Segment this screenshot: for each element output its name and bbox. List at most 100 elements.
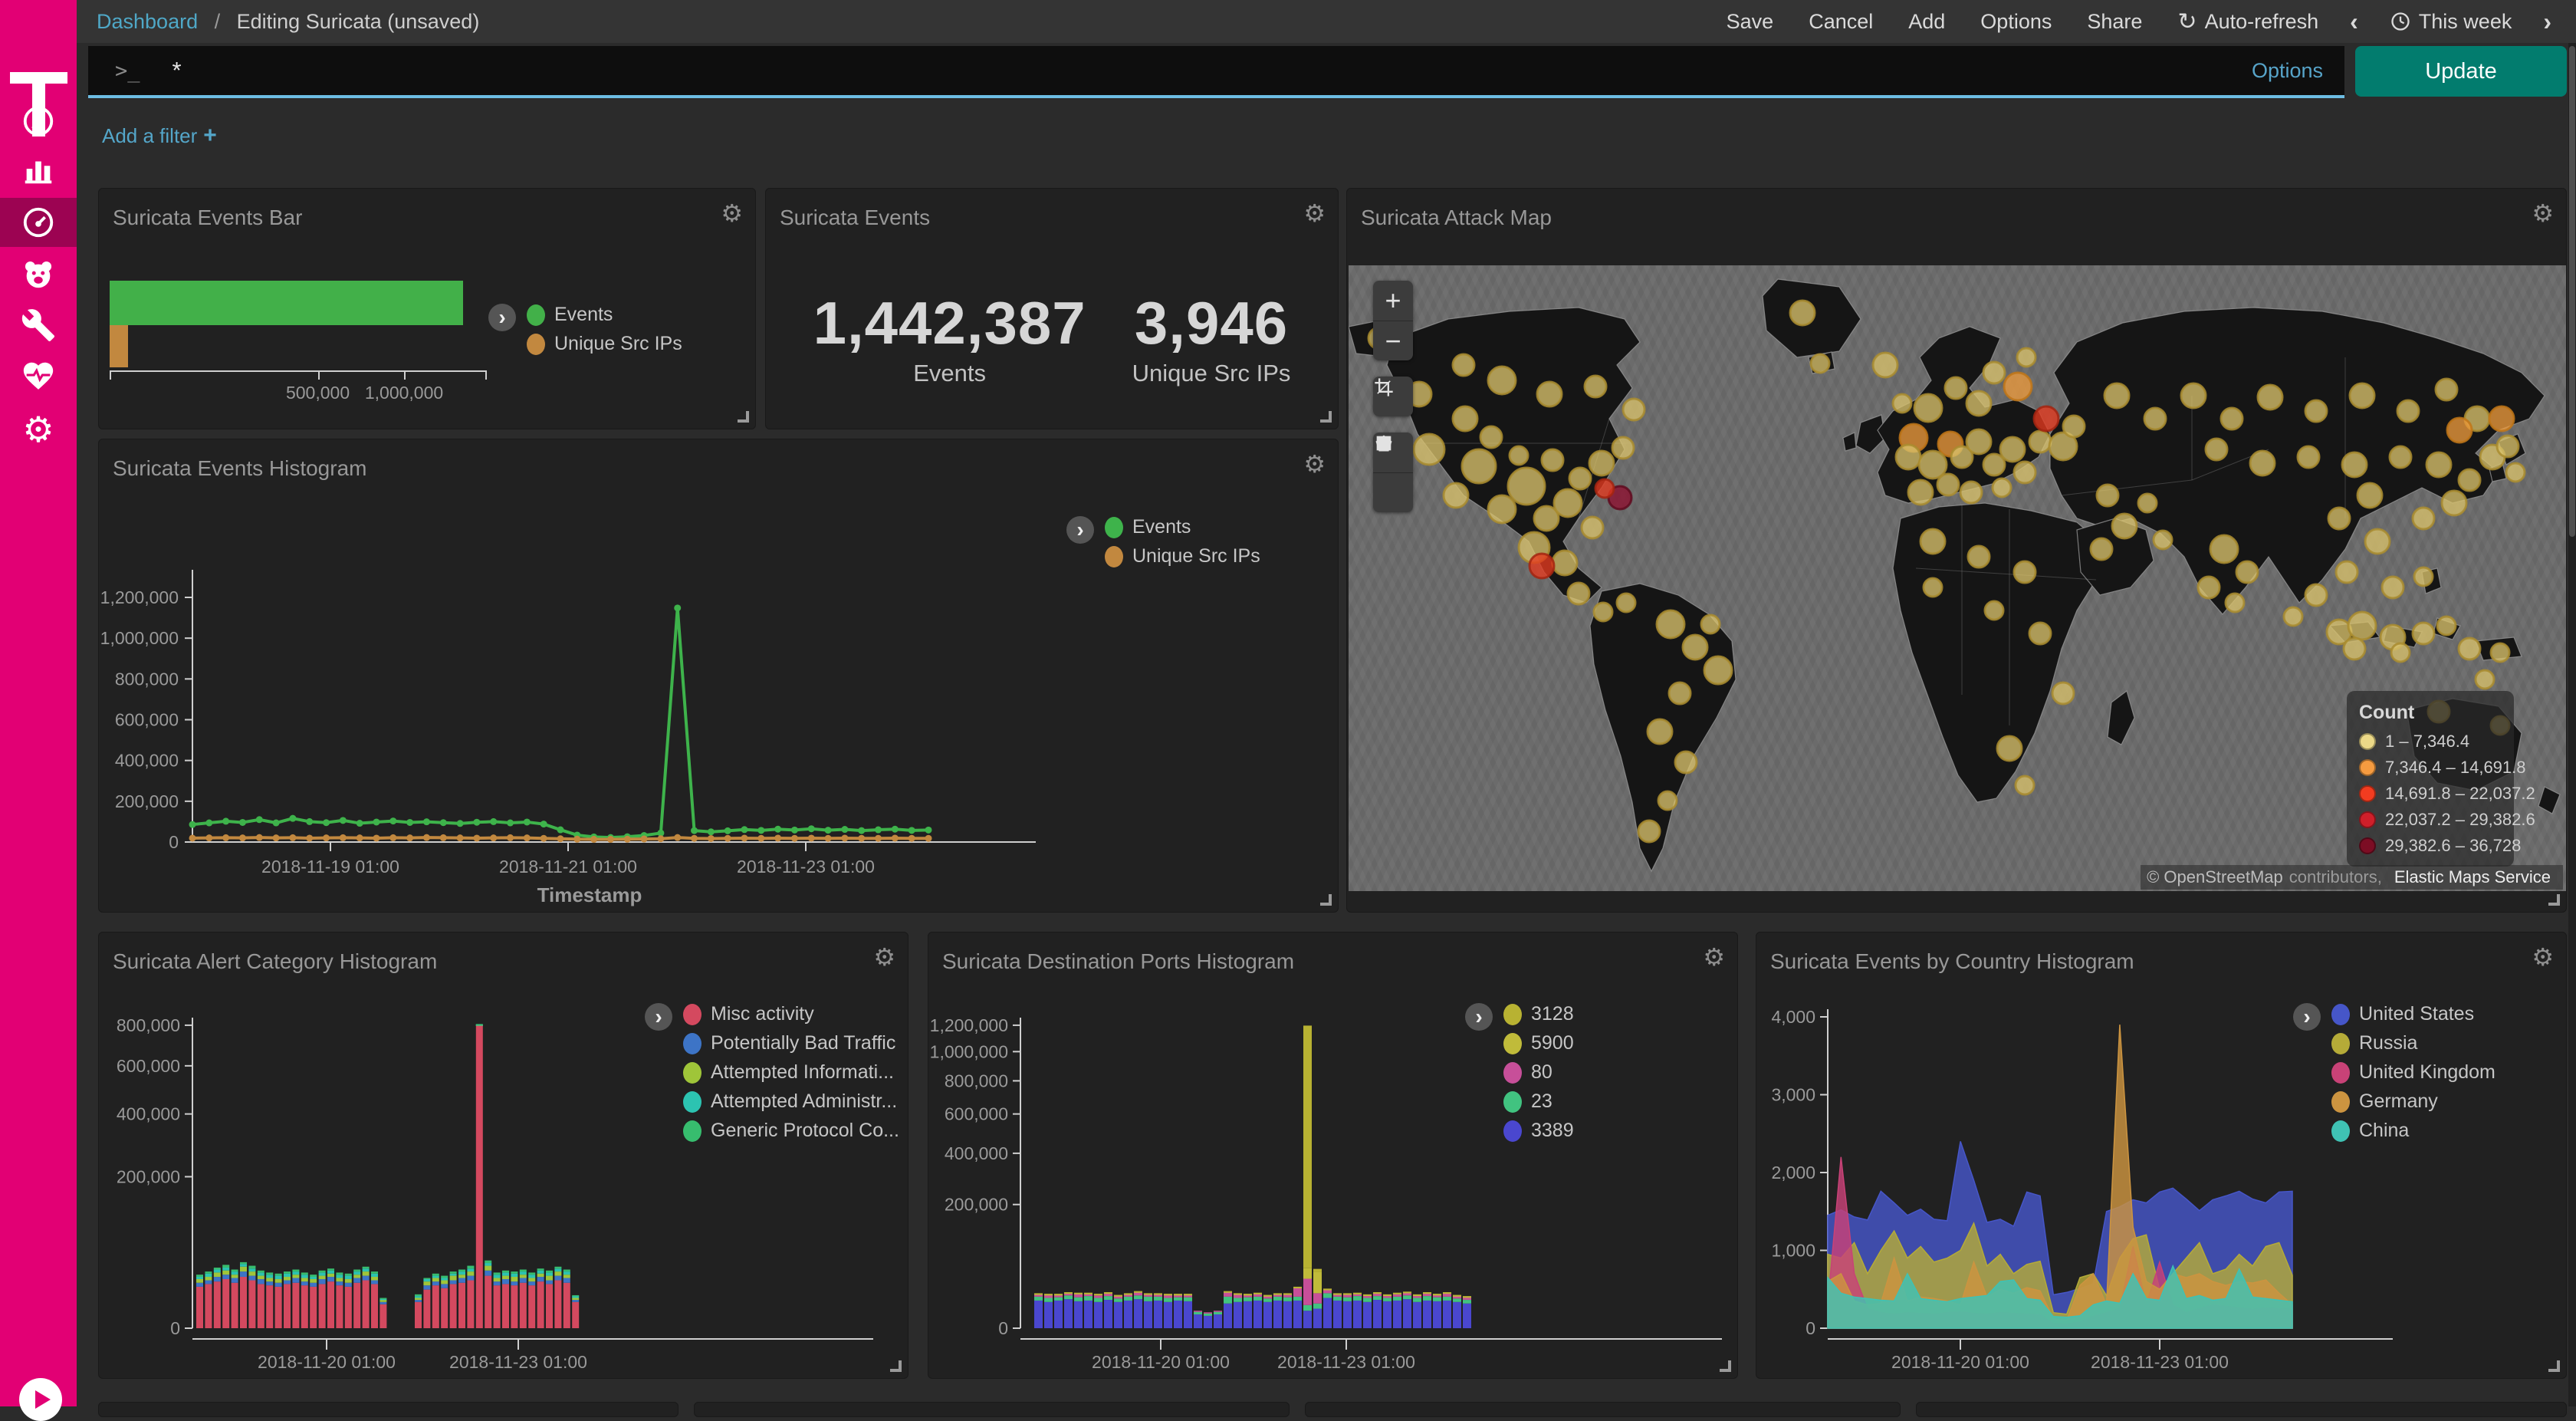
- save-button[interactable]: Save: [1709, 10, 1792, 34]
- scrollbar-thumb[interactable]: [2569, 46, 2575, 537]
- legend-item[interactable]: Attempted Informati...: [683, 1061, 899, 1084]
- toolbar: Save Cancel Add Options Share ↻ Auto-ref…: [1709, 8, 2576, 36]
- sidebar-item-visualize[interactable]: [0, 146, 77, 195]
- stacked-bar-segment: [520, 1278, 527, 1282]
- sidebar-item-monitoring[interactable]: [0, 351, 77, 400]
- legend-item[interactable]: Attempted Administr...: [683, 1090, 899, 1113]
- stacked-bar-segment: [458, 1275, 465, 1278]
- legend-item[interactable]: 23: [1503, 1090, 1574, 1113]
- panel-resize-handle[interactable]: [2548, 1360, 2560, 1372]
- panel-next-row-1: [98, 1402, 678, 1417]
- collapse-nav-button[interactable]: [19, 1378, 62, 1421]
- stacked-bar-segment: [258, 1272, 264, 1275]
- stacked-bar-segment: [284, 1277, 291, 1281]
- auto-refresh-button[interactable]: ↻ Auto-refresh: [2160, 8, 2336, 35]
- stacked-bar-segment: [1204, 1316, 1212, 1328]
- legend-item[interactable]: Russia: [2331, 1032, 2496, 1054]
- world-map[interactable]: + − Count 1 – 7,346.47,: [1349, 265, 2566, 891]
- legend-item[interactable]: Misc activity: [683, 1003, 899, 1025]
- legend-item[interactable]: United Kingdom: [2331, 1061, 2496, 1084]
- legend-expand-icon[interactable]: ›: [645, 1003, 672, 1031]
- stacked-bar-segment: [502, 1272, 509, 1275]
- stacked-bar-segment: [292, 1269, 299, 1271]
- legend-item[interactable]: Generic Protocol Co...: [683, 1120, 899, 1142]
- stacked-bar-segment: [554, 1276, 561, 1281]
- stacked-bar-segment: [1214, 1311, 1222, 1312]
- panel-resize-handle[interactable]: [890, 1360, 902, 1372]
- update-button[interactable]: Update: [2355, 46, 2567, 97]
- osm-attribution-link[interactable]: © OpenStreetMap: [2147, 867, 2283, 887]
- stacked-bar-segment: [319, 1279, 326, 1284]
- legend-expand-icon[interactable]: ›: [2293, 1003, 2321, 1031]
- search-query-input[interactable]: >_ * Options: [88, 46, 2344, 98]
- sidebar-item-discover[interactable]: [0, 97, 77, 146]
- ems-attribution-link[interactable]: Elastic Maps Service: [2388, 867, 2557, 888]
- legend-expand-icon[interactable]: ›: [1066, 516, 1094, 544]
- cancel-button[interactable]: Cancel: [1791, 10, 1891, 34]
- panel-next-row-2: [694, 1402, 1290, 1417]
- metric-values: 1,442,387 Events 3,946 Unique Src IPs: [766, 288, 1338, 387]
- stacked-bar-segment: [485, 1261, 491, 1263]
- fit-bounds-crop-icon[interactable]: [1373, 377, 1413, 416]
- stacked-bar-segment: [345, 1283, 352, 1287]
- sidebar-item-hunting[interactable]: [0, 250, 77, 299]
- legend-item[interactable]: 3128: [1503, 1003, 1574, 1025]
- stacked-bar-segment: [275, 1274, 282, 1276]
- time-forward-button[interactable]: ›: [2529, 8, 2565, 36]
- legend-expand-icon[interactable]: ›: [1465, 1003, 1493, 1031]
- sidebar-item-dashboard[interactable]: [0, 198, 77, 247]
- stacked-bar-segment: [1114, 1302, 1122, 1328]
- legend-item[interactable]: 3389: [1503, 1120, 1574, 1142]
- legend-item[interactable]: Germany: [2331, 1090, 2496, 1113]
- attack-dot: [2017, 348, 2036, 367]
- query-options-link[interactable]: Options: [2252, 59, 2323, 83]
- panel-resize-handle[interactable]: [1720, 1360, 1731, 1372]
- stacked-bar-segment: [441, 1284, 448, 1288]
- legend-item[interactable]: Unique Src IPs: [1105, 545, 1260, 567]
- time-back-button[interactable]: ‹: [2336, 8, 2372, 36]
- x-axis-tick: [318, 370, 320, 380]
- breadcrumb-dashboard-link[interactable]: Dashboard: [97, 10, 198, 33]
- stacked-bar-segment: [423, 1281, 430, 1285]
- time-picker-button[interactable]: This week: [2372, 10, 2530, 34]
- stacked-bar-segment: [441, 1276, 448, 1278]
- sidebar-item-dev-tools[interactable]: [0, 301, 77, 350]
- zoom-out-button[interactable]: −: [1373, 321, 1413, 360]
- stacked-bar-segment: [1064, 1299, 1073, 1328]
- stacked-bar-segment: [1204, 1314, 1212, 1316]
- stacked-bar-segment: [1453, 1298, 1461, 1301]
- panel-resize-handle[interactable]: [2548, 894, 2560, 906]
- stacked-bar-segment: [275, 1279, 282, 1283]
- draw-rectangle-icon[interactable]: [1373, 472, 1413, 512]
- legend-item[interactable]: Events: [1105, 516, 1260, 538]
- zoom-in-button[interactable]: +: [1373, 281, 1413, 321]
- stacked-bar-segment: [554, 1267, 561, 1268]
- legend-item[interactable]: 5900: [1503, 1032, 1574, 1054]
- share-button[interactable]: Share: [2069, 10, 2160, 34]
- legend-item[interactable]: United States: [2331, 1003, 2496, 1025]
- legend-item[interactable]: Potentially Bad Traffic: [683, 1032, 899, 1054]
- panel-resize-handle[interactable]: [1320, 411, 1332, 423]
- x-axis-tick: [485, 370, 487, 380]
- panel-gear-icon[interactable]: ⚙: [2532, 201, 2554, 225]
- panel-resize-handle[interactable]: [1320, 894, 1332, 906]
- stacked-bar-segment: [537, 1277, 544, 1281]
- panel-gear-icon[interactable]: ⚙: [1303, 201, 1326, 225]
- legend-item[interactable]: China: [2331, 1120, 2496, 1142]
- legend-item[interactable]: Events: [527, 304, 682, 326]
- add-button[interactable]: Add: [1891, 10, 1963, 34]
- stacked-bar-segment: [1044, 1302, 1053, 1328]
- stacked-bar-segment: [1054, 1294, 1063, 1295]
- attack-dot: [1790, 301, 1815, 325]
- stacked-bar-segment: [537, 1274, 544, 1277]
- map-draw-controls: [1373, 433, 1413, 512]
- legend-item[interactable]: 80: [1503, 1061, 1574, 1084]
- legend-item[interactable]: Unique Src IPs: [527, 333, 682, 355]
- map-legend-label: 7,346.4 – 14,691.8: [2385, 758, 2526, 778]
- vertical-scrollbar[interactable]: [2568, 43, 2576, 1406]
- add-filter-link[interactable]: Add a filter+: [102, 123, 217, 149]
- sidebar-item-management[interactable]: ⚙: [0, 405, 77, 454]
- legend-expand-icon[interactable]: ›: [488, 304, 516, 331]
- options-button[interactable]: Options: [1963, 10, 2069, 34]
- panel-resize-handle[interactable]: [738, 411, 749, 423]
